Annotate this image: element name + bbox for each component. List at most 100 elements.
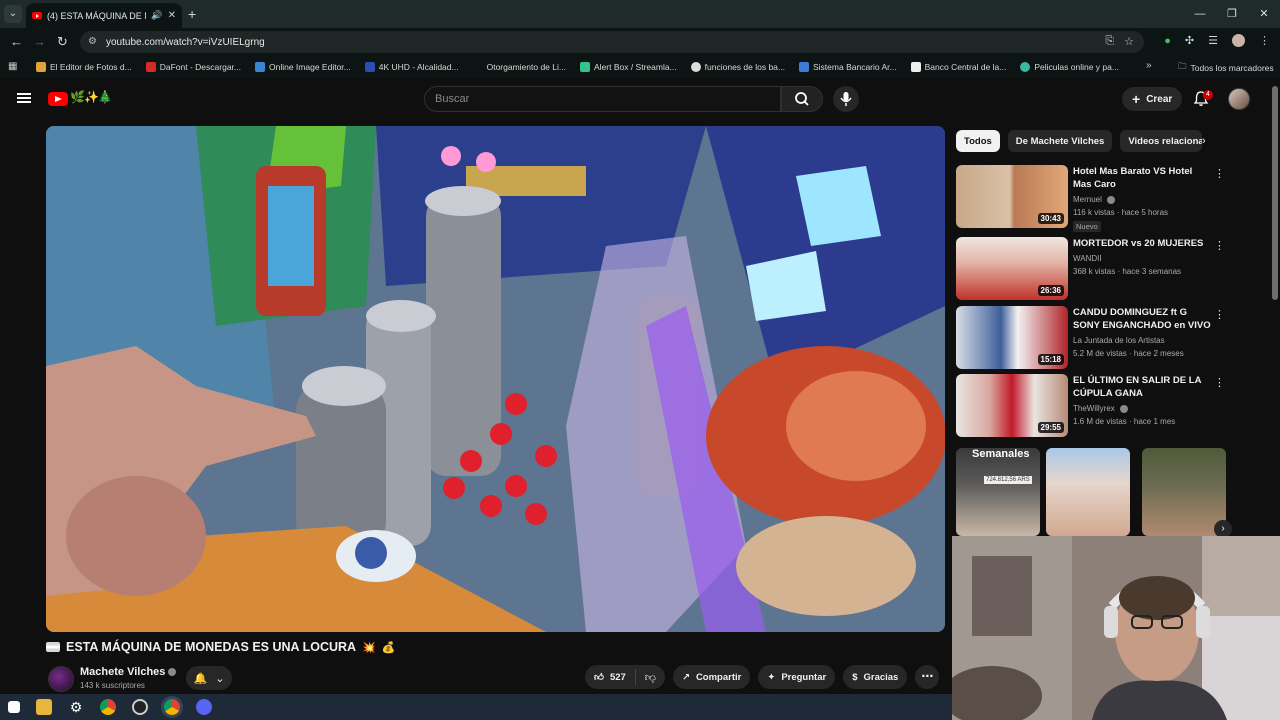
tab-search-icon[interactable]: ⌄ (4, 5, 22, 23)
menu-icon[interactable] (17, 93, 31, 103)
close-tab-icon[interactable]: ✕ (168, 10, 176, 21)
bookmark[interactable]: Otorgamiento de Li... (473, 62, 566, 72)
channel-name-link[interactable]: Machete Vilches (80, 666, 177, 678)
recommendation-item[interactable]: 29:55 EL ÚLTIMO EN SALIR DE LA CÚPULA GA… (956, 374, 1226, 438)
voice-search-button[interactable] (833, 86, 859, 112)
bookmarks-bar: ▦ El Editor de Fotos d... DaFont - Desca… (0, 56, 1280, 78)
thanks-button[interactable]: $ Gracias (843, 665, 908, 689)
chrome-active-icon[interactable] (164, 699, 180, 715)
restore-icon[interactable]: ❐ (1216, 0, 1248, 28)
more-actions-button[interactable]: ⋯ (915, 665, 940, 689)
discord-icon[interactable] (196, 699, 212, 715)
video-frame (46, 126, 945, 632)
extension-icon[interactable]: ● (1164, 35, 1171, 47)
browser-tab[interactable]: (4) ESTA MÁQUINA DE MONEDAS ES UNA LOCUR… (26, 3, 182, 28)
microphone-icon (840, 92, 852, 106)
bookmark[interactable]: funciones de los ba... (690, 62, 785, 72)
all-bookmarks[interactable]: 🗀 Todos los marcadores (1178, 61, 1274, 75)
account-avatar[interactable] (1228, 88, 1250, 110)
video-thumbnail[interactable]: 30:43 (956, 165, 1068, 228)
extensions-puzzle-icon[interactable]: ✣ (1185, 34, 1194, 47)
create-button[interactable]: + Crear (1122, 87, 1183, 111)
sparkle-icon: ✦ (767, 671, 776, 683)
minimize-icon[interactable]: — (1184, 0, 1216, 28)
youtube-favicon-icon (32, 12, 42, 19)
bookmark[interactable]: 4K UHD - Alcalidad... (364, 62, 459, 72)
new-tab-icon[interactable]: + (188, 6, 196, 22)
short-card[interactable] (1142, 448, 1226, 536)
more-options-icon[interactable]: ⋮ (1214, 239, 1225, 252)
video-title: ESTA MÁQUINA DE MONEDAS ES UNA LOCURA (66, 640, 357, 654)
recommendation-title: EL ÚLTIMO EN SALIR DE LA CÚPULA GANA (1073, 375, 1202, 399)
video-thumbnail[interactable]: 15:18 (956, 306, 1068, 369)
bookmark[interactable]: Online Image Editor... (255, 62, 351, 72)
bell-icon: 🔔 (193, 672, 208, 685)
subscription-notification-button[interactable]: 🔔 ⌄ (186, 666, 232, 690)
url-bar[interactable]: ⚙ youtube.com/watch?v=iVzUIELgrng ⎘ ☆ (80, 31, 1144, 53)
chip-channel[interactable]: De Machete Vilches (1007, 130, 1113, 152)
bookmark[interactable]: Sistema Bancario Ar... (799, 62, 897, 72)
chrome-icon[interactable] (100, 699, 116, 715)
audio-playing-icon[interactable]: 🔊 (151, 10, 162, 21)
close-window-icon[interactable]: ✕ (1248, 0, 1280, 28)
bookmark-favicon-icon (36, 62, 46, 72)
bookmark-favicon-icon (690, 62, 701, 72)
obs-icon[interactable] (132, 699, 148, 715)
bookmark-favicon-icon (1020, 62, 1031, 72)
file-explorer-icon[interactable] (36, 699, 52, 715)
windows-start-icon[interactable] (8, 701, 20, 713)
bookmark[interactable]: Alert Box / Streamla... (579, 62, 677, 72)
settings-icon[interactable]: ⚙ (68, 699, 84, 715)
flag-icon (46, 642, 60, 652)
bookmark[interactable]: El Editor de Fotos d... (36, 62, 132, 72)
extensions-area: ● ✣ ☰ ⋮ (1164, 34, 1270, 47)
page-scrollbar[interactable] (1272, 86, 1278, 300)
video-player[interactable] (46, 126, 945, 632)
short-card[interactable]: 724.812,56 ARS (956, 448, 1040, 536)
reading-list-icon[interactable]: ☰ (1208, 34, 1218, 47)
webcam-frame (952, 536, 1280, 720)
duration-badge: 26:36 (1037, 285, 1064, 296)
ask-button[interactable]: ✦ Preguntar (758, 665, 836, 689)
more-options-icon[interactable]: ⋮ (1214, 376, 1225, 389)
recommendation-item[interactable]: 30:43 Hotel Mas Barato VS Hotel Mas Caro… (956, 165, 1226, 232)
doodle-icon[interactable]: 🌿✨🎄 (70, 90, 113, 104)
video-thumbnail[interactable]: 26:36 (956, 237, 1068, 300)
channel-avatar[interactable] (48, 666, 74, 692)
dislike-button[interactable]: 👎︎ (636, 671, 665, 684)
forward-icon[interactable]: → (33, 34, 46, 49)
profile-icon[interactable] (1232, 34, 1245, 47)
chevron-right-icon[interactable]: › (1202, 135, 1206, 147)
bookmark-favicon-icon (579, 62, 590, 72)
youtube-logo[interactable] (48, 92, 68, 106)
verified-icon (168, 668, 177, 677)
short-card[interactable] (1046, 448, 1130, 536)
thumbs-up-icon: 👍︎ (594, 672, 604, 683)
share-button[interactable]: ↗ Compartir (672, 665, 751, 689)
more-options-icon[interactable]: ⋮ (1214, 167, 1225, 180)
video-actions: 👍︎ 527 👎︎ ↗ Compartir ✦ Preguntar $ Gracias … (585, 665, 940, 689)
browser-tab-bar: ⌄ (4) ESTA MÁQUINA DE MONEDAS ES UNA LOC… (0, 0, 1280, 28)
bookmark[interactable]: DaFont - Descargar... (145, 62, 241, 72)
bookmark[interactable]: Banco Central de la... (910, 62, 1006, 72)
bookmark[interactable]: Peliculas online y pa... (1020, 62, 1119, 72)
video-thumbnail[interactable]: 29:55 (956, 374, 1068, 437)
like-button[interactable]: 👍︎ 527 (585, 669, 636, 685)
back-icon[interactable]: ← (10, 34, 23, 49)
search-button[interactable] (781, 86, 823, 112)
browser-menu-icon[interactable]: ⋮ (1259, 34, 1270, 47)
site-info-icon[interactable]: ⚙ (88, 36, 100, 48)
recommendation-item[interactable]: 26:36 MORTEDOR vs 20 MUJERES WANDII 368 … (956, 237, 1226, 301)
recommendation-item[interactable]: 15:18 CANDU DOMINGUEZ ft G SONY ENGANCHA… (956, 306, 1226, 370)
reload-icon[interactable]: ↻ (57, 34, 68, 50)
bookmark-star-icon[interactable]: ☆ (1124, 35, 1134, 48)
chip-all[interactable]: Todos (956, 130, 1000, 152)
bookmark-favicon-icon (145, 62, 156, 72)
install-icon[interactable]: ⎘ (1105, 35, 1114, 48)
search-input[interactable]: Buscar (424, 86, 781, 112)
apps-grid-icon[interactable]: ▦ (8, 61, 20, 73)
more-bookmarks-icon[interactable]: » (1146, 60, 1152, 71)
recommendation-title: CANDU DOMINGUEZ ft G SONY ENGANCHADO en … (1073, 307, 1211, 331)
more-options-icon[interactable]: ⋮ (1214, 308, 1225, 321)
chip-related[interactable]: Videos relacionad (1120, 130, 1203, 152)
